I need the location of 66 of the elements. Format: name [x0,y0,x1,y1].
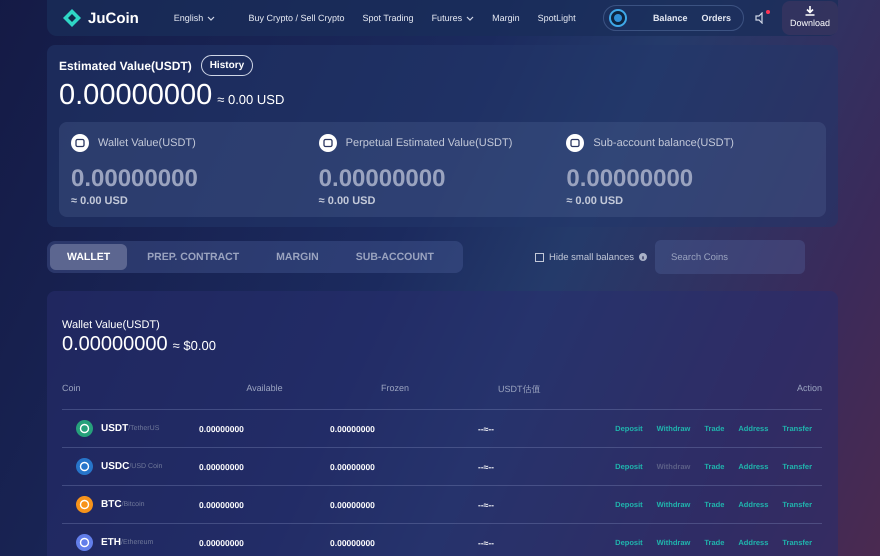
logo-text: JuCoin [88,10,139,26]
table-cell-text: 0.00000000 [330,500,376,510]
table-cell-text: --≈-- [477,462,495,472]
table-cell-text: --≈-- [477,424,495,434]
checkbox[interactable] [535,252,544,262]
nav-link[interactable]: Spot Trading [362,13,414,23]
coin-symbol: BTC [101,499,122,510]
tab[interactable]: MARGIN [259,244,336,270]
table-cell-text: 0.00000000 [199,462,245,472]
tab[interactable]: SUB-ACCOUNT [338,244,451,270]
table-cell-text: 0.00000000 [330,538,376,548]
card-usd-value: ≈ 0.00 USD [566,195,624,207]
column-header: Coin [62,383,82,393]
download-icon [805,6,815,16]
card-value: 0.00000000 [71,165,199,193]
wallet-title: Wallet Value(USDT) [62,319,161,331]
coin-symbol: USDT [101,423,128,434]
nav-link[interactable]: Futures [432,13,474,23]
table-cell-text: 0.00000000 [330,462,376,472]
table-cell-text: --≈-- [477,538,495,548]
tab[interactable]: PREP. CONTRACT [130,244,256,270]
nav-link[interactable]: SpotLight [538,13,576,23]
total-usd-value: ≈ 0.00 USD [217,92,284,107]
coin-symbol: USDC [101,461,130,472]
card-usd-value: ≈ 0.00 USD [318,195,376,207]
card-value: 0.00000000 [318,165,446,193]
overview-title: Estimated Value(USDT) [59,58,192,72]
tab[interactable]: WALLET [50,244,128,270]
nav-link[interactable]: Buy Crypto / Sell Crypto [248,13,345,23]
card-label: Wallet Value(USDT) [98,137,196,149]
table-cell-text: 0.00000000 [199,500,245,510]
column-header: Action [796,383,822,393]
column-header: Frozen [380,383,410,393]
wallet-usd-value: ≈ $0.00 [172,338,216,353]
coin-symbol: ETH [101,537,121,548]
table-cell-text: 0.00000000 [199,538,245,548]
column-header: Available [245,383,284,393]
coin-icon [76,534,93,551]
history-button[interactable]: History [200,55,254,76]
account-link[interactable]: Balance [652,13,688,23]
column-header: USDT估值 [497,383,542,396]
diamond-logo-icon [62,8,82,28]
chevron-down-icon [207,16,216,20]
chevron-down-icon [466,16,474,20]
nav-link[interactable]: Margin [492,13,520,23]
total-value: 0.00000000 [59,79,212,112]
language-menu[interactable]: English [174,13,248,23]
card-label: Sub-account balance(USDT) [593,137,734,149]
wallet-icon [71,134,89,152]
download-button[interactable]: Download [782,1,838,35]
card-label: Perpetual Estimated Value(USDT) [346,137,512,149]
coin-icon [76,458,93,475]
table-cell-text: 0.00000000 [199,424,245,434]
wallet-value: 0.00000000 [62,333,168,356]
avatar-icon[interactable] [608,9,627,27]
coin-icon [76,420,93,437]
coin-icon [76,496,93,513]
card-usd-value: ≈ 0.00 USD [71,195,129,207]
checkbox-label: Hide small balances [549,252,634,262]
table-cell-text: --≈-- [477,500,495,510]
account-link[interactable]: Orders [701,13,731,23]
wallet-icon [566,134,584,152]
table-cell-text: 0.00000000 [330,424,376,434]
wallet-icon [318,134,337,152]
info-icon [639,253,648,261]
card-value: 0.00000000 [566,165,694,193]
